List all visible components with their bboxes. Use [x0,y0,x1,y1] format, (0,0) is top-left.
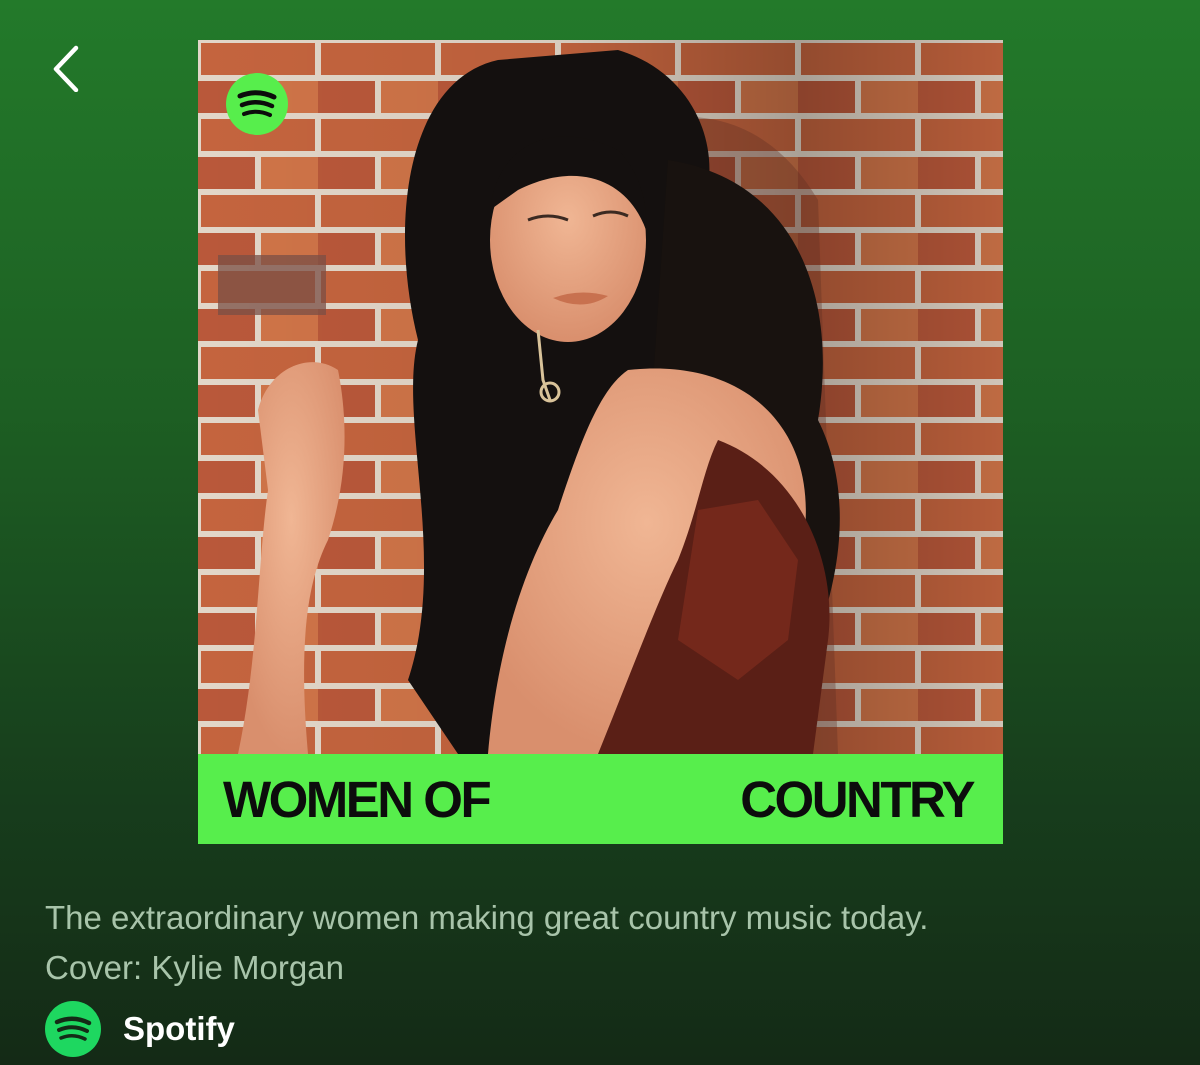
description-text: The extraordinary women making great cou… [45,899,929,936]
cover-title-left: WOMEN OF [223,770,492,828]
playlist-cover: WOMEN OF COUNTRY [198,40,1003,844]
chevron-left-icon [53,45,79,92]
back-button[interactable] [40,40,92,96]
cover-photo [198,40,1003,754]
spotify-logo-icon [226,73,288,135]
cover-title-right: COUNTRY [740,770,975,828]
spotify-logo-icon [45,1001,101,1057]
cover-banner: WOMEN OF COUNTRY [198,754,1003,844]
cover-credit: Cover: Kylie Morgan [45,949,344,986]
playlist-description: The extraordinary women making great cou… [45,893,1165,993]
playlist-owner[interactable]: Spotify [45,1001,235,1057]
owner-name: Spotify [123,1010,235,1047]
